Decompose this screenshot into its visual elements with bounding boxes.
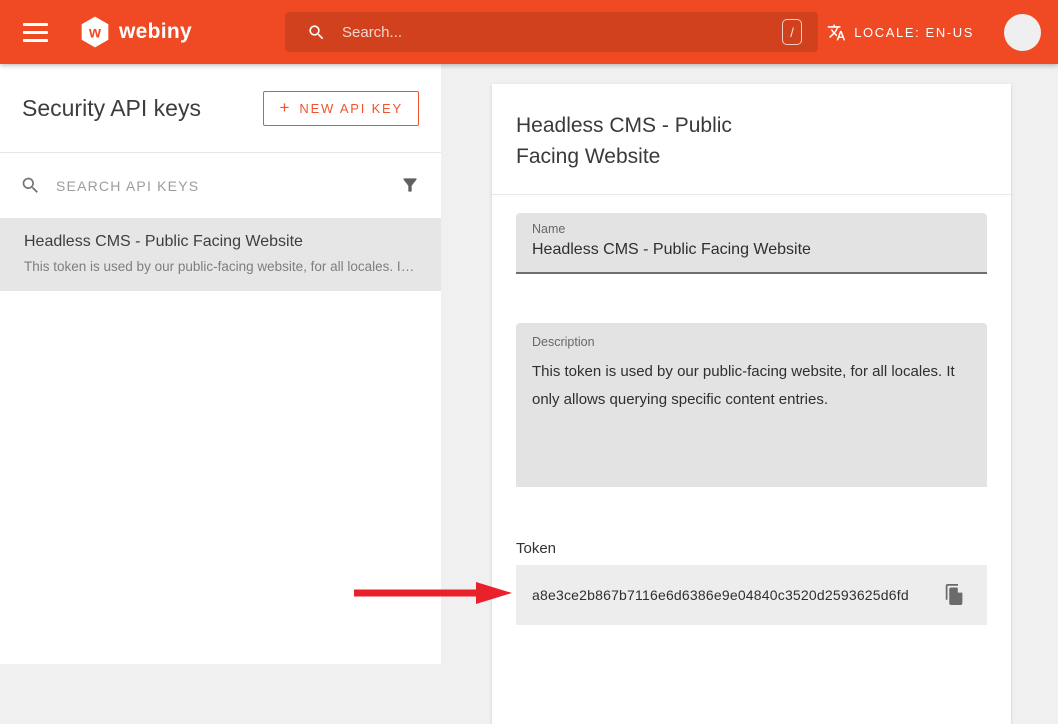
- hamburger-menu-icon[interactable]: [23, 23, 48, 42]
- plus-icon: +: [279, 98, 289, 118]
- new-api-key-button[interactable]: + NEW API KEY: [263, 91, 419, 126]
- search-placeholder: Search...: [342, 24, 402, 41]
- search-shortcut-badge: /: [782, 19, 802, 45]
- token-value: a8e3ce2b867b7116e6d6386e9e04840c3520d259…: [532, 587, 909, 603]
- copy-token-button[interactable]: [943, 583, 965, 607]
- filter-button[interactable]: [399, 175, 421, 197]
- token-box: a8e3ce2b867b7116e6d6386e9e04840c3520d259…: [516, 565, 987, 625]
- topbar-right-group: LOCALE: EN-US: [827, 14, 1041, 51]
- list-item-description: This token is used by our public-facing …: [24, 259, 417, 274]
- search-icon: [307, 23, 326, 42]
- name-field[interactable]: Name Headless CMS - Public Facing Websit…: [516, 213, 987, 274]
- detail-card-header: Headless CMS - Public Facing Website: [492, 84, 1011, 195]
- search-icon: [20, 175, 41, 196]
- webiny-logo[interactable]: w webiny: [80, 16, 192, 48]
- description-field-value: This token is used by our public-facing …: [532, 358, 971, 414]
- name-field-value: Headless CMS - Public Facing Website: [532, 241, 811, 258]
- locale-label: LOCALE: EN-US: [854, 25, 974, 40]
- detail-title: Headless CMS - Public Facing Website: [516, 110, 786, 172]
- top-app-bar: w webiny Search... / LOCALE: EN-US: [0, 0, 1058, 64]
- webiny-wordmark: webiny: [119, 20, 192, 44]
- api-key-detail-card: Headless CMS - Public Facing Website Nam…: [492, 84, 1011, 724]
- api-keys-search-input[interactable]: SEARCH API KEYS: [0, 153, 441, 218]
- description-field[interactable]: Description This token is used by our pu…: [516, 323, 987, 487]
- locale-selector[interactable]: LOCALE: EN-US: [827, 23, 974, 42]
- svg-text:w: w: [88, 24, 101, 41]
- filter-funnel-icon: [400, 175, 420, 195]
- description-field-label: Description: [532, 335, 971, 349]
- translate-icon: [827, 23, 846, 42]
- list-panel-header: Security API keys + NEW API KEY: [0, 64, 441, 152]
- api-keys-list-panel: Security API keys + NEW API KEY SEARCH A…: [0, 64, 441, 664]
- name-field-label: Name: [532, 222, 971, 236]
- token-section: Token a8e3ce2b867b7116e6d6386e9e04840c35…: [516, 540, 987, 625]
- api-key-list-item[interactable]: Headless CMS - Public Facing Website Thi…: [0, 219, 441, 291]
- webiny-logo-icon: w: [80, 16, 110, 48]
- detail-card-body: Name Headless CMS - Public Facing Websit…: [492, 195, 1011, 649]
- global-search-input[interactable]: Search... /: [285, 12, 818, 52]
- user-avatar[interactable]: [1004, 14, 1041, 51]
- token-label: Token: [516, 540, 987, 557]
- new-api-key-label: NEW API KEY: [299, 101, 403, 116]
- page-title: Security API keys: [22, 95, 201, 122]
- list-item-title: Headless CMS - Public Facing Website: [24, 232, 417, 251]
- copy-icon: [944, 583, 965, 606]
- search-api-keys-placeholder: SEARCH API KEYS: [56, 178, 199, 194]
